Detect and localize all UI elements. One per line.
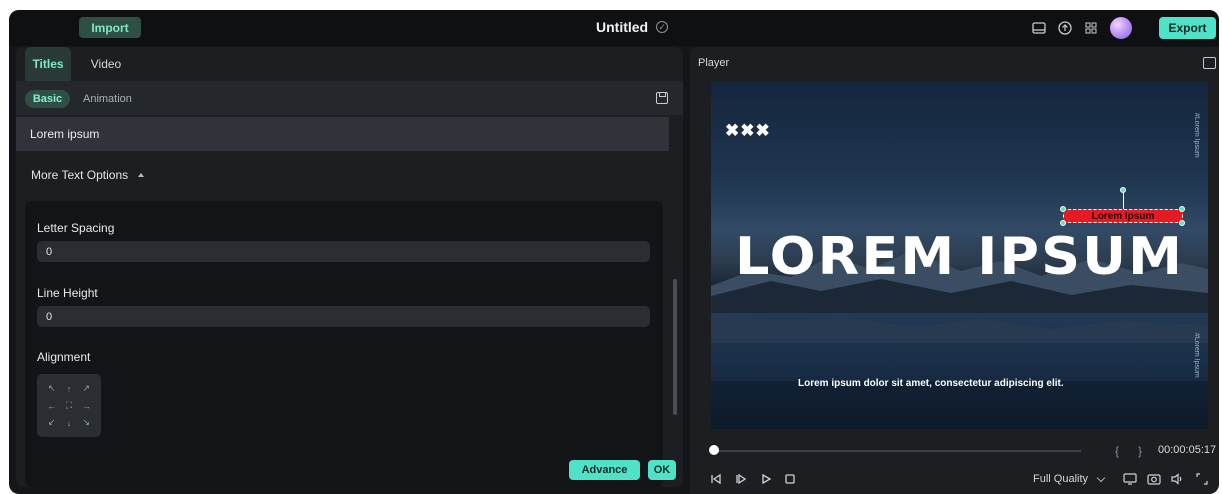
progress-track[interactable]: [714, 450, 1081, 452]
alignment-grid: ↖ ↑ ↗ ← ⛶ → ↙ ↓ ↘: [37, 374, 101, 437]
sub-tabs: Basic Animation: [16, 81, 683, 115]
rotate-handle[interactable]: [1120, 187, 1126, 193]
align-left-icon[interactable]: ←: [43, 397, 60, 414]
stop-icon[interactable]: [782, 471, 798, 487]
playhead[interactable]: [709, 445, 719, 455]
player-panel: Player ✖✖✖ #Lorem Ipsum #Lorem Ipsum LOR…: [690, 47, 1219, 494]
tab-titles[interactable]: Titles: [25, 47, 71, 81]
top-bar: Import Untitled ✓ Export: [9, 10, 1219, 46]
align-bottom-left-icon[interactable]: ↙: [43, 414, 60, 431]
alignment-label: Alignment: [37, 350, 91, 364]
panel-scrollbar[interactable]: [673, 279, 677, 415]
align-top-icon[interactable]: ↑: [60, 380, 77, 397]
cloud-upload-icon[interactable]: [1057, 20, 1073, 36]
save-preset-icon[interactable]: [656, 92, 668, 104]
title-area: Untitled ✓: [596, 19, 669, 35]
quality-label: Full Quality: [1033, 473, 1089, 485]
layout-icon[interactable]: [1031, 20, 1047, 36]
chevron-down-icon: [1096, 473, 1106, 482]
caret-up-icon: [138, 173, 145, 177]
ok-button[interactable]: OK: [648, 460, 676, 480]
fullscreen-icon[interactable]: [1194, 471, 1210, 487]
previous-frame-icon[interactable]: [708, 471, 724, 487]
subtab-animation[interactable]: Animation: [83, 90, 132, 108]
play-icon[interactable]: [758, 471, 774, 487]
subtitle-text[interactable]: Lorem ipsum dolor sit amet, consectetur …: [798, 378, 1064, 389]
line-height-label: Line Height: [37, 286, 98, 300]
more-text-options-label: More Text Options: [31, 168, 129, 182]
align-top-right-icon[interactable]: ↗: [78, 380, 95, 397]
more-text-options-toggle[interactable]: More Text Options: [31, 168, 145, 182]
selected-text-box[interactable]: Lorem Ipsum: [1063, 209, 1183, 223]
main-tabs: Titles Video: [16, 47, 683, 81]
video-preview[interactable]: ✖✖✖ #Lorem Ipsum #Lorem Ipsum LOREM IPSU…: [711, 81, 1208, 429]
user-avatar[interactable]: [1110, 17, 1132, 39]
next-frame-icon[interactable]: [733, 471, 749, 487]
align-top-left-icon[interactable]: ↖: [43, 380, 60, 397]
mark-out-button[interactable]: }: [1138, 444, 1142, 458]
mark-in-button[interactable]: {: [1115, 444, 1119, 458]
letter-spacing-input[interactable]: 0: [37, 241, 650, 262]
subtab-basic[interactable]: Basic: [25, 90, 70, 108]
text-options-panel: Letter Spacing 0 Line Height 0 Alignment…: [25, 201, 663, 487]
snapshot-icon[interactable]: [1146, 471, 1162, 487]
rotate-line: [1123, 191, 1124, 209]
cross-marks: ✖✖✖: [725, 121, 771, 140]
resize-handle-tr[interactable]: [1179, 206, 1185, 212]
letter-spacing-label: Letter Spacing: [37, 221, 115, 235]
tab-video[interactable]: Video: [81, 47, 131, 81]
vertical-text-top: #Lorem Ipsum: [1193, 113, 1200, 158]
import-button[interactable]: Import: [79, 17, 141, 38]
align-bottom-icon[interactable]: ↓: [60, 414, 77, 431]
title-settings-panel: Titles Video Basic Animation Lorem ipsum…: [16, 47, 683, 487]
align-center-icon[interactable]: ⛶: [60, 397, 77, 414]
resize-handle-bl[interactable]: [1060, 220, 1066, 226]
advance-button[interactable]: Advance: [569, 460, 640, 480]
saved-check-icon: ✓: [656, 21, 669, 33]
volume-icon[interactable]: [1170, 471, 1186, 487]
line-height-input[interactable]: 0: [37, 306, 650, 327]
title-text-input[interactable]: Lorem ipsum: [16, 117, 669, 151]
vertical-text-bottom: #Lorem Ipsum: [1193, 333, 1200, 378]
resize-handle-tl[interactable]: [1060, 206, 1066, 212]
quality-select[interactable]: Full Quality: [1033, 473, 1106, 485]
apps-grid-icon[interactable]: [1083, 20, 1099, 36]
align-right-icon[interactable]: →: [78, 397, 95, 414]
editor-window: Import Untitled ✓ Export Titles Video Ba…: [9, 10, 1219, 494]
resize-handle-br[interactable]: [1179, 220, 1185, 226]
scope-icon[interactable]: [1203, 57, 1216, 69]
align-bottom-right-icon[interactable]: ↘: [78, 414, 95, 431]
display-icon[interactable]: [1122, 471, 1138, 487]
project-title[interactable]: Untitled: [596, 19, 648, 35]
export-button[interactable]: Export: [1159, 17, 1216, 39]
player-label: Player: [698, 57, 730, 69]
headline-text[interactable]: LOREM IPSUM: [735, 227, 1184, 287]
timecode: 00:00:05:17: [1158, 444, 1217, 456]
